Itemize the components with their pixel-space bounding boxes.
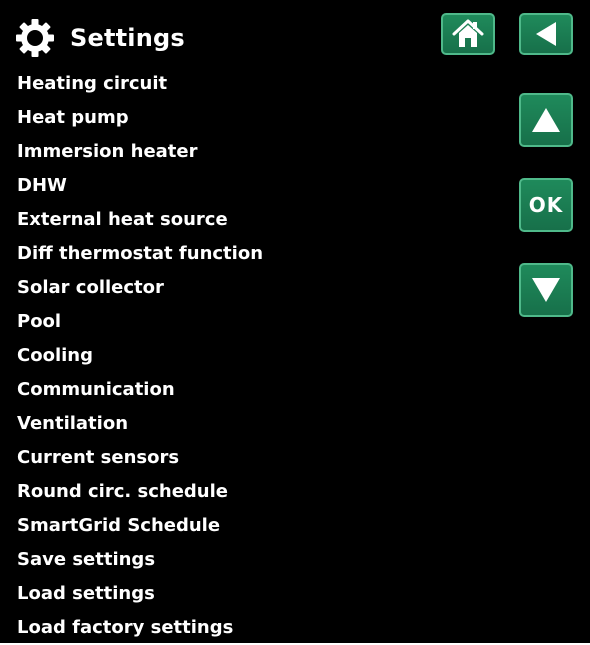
menu-item-diff-thermostat-function[interactable]: Diff thermostat function [17,237,263,271]
menu-item-dhw[interactable]: DHW [17,169,263,203]
menu-item-heat-pump[interactable]: Heat pump [17,101,263,135]
gear-icon [16,19,54,57]
menu-item-heating-circuit[interactable]: Heating circuit [17,67,263,101]
back-arrow-icon [536,22,556,46]
home-icon [452,19,484,47]
menu-item-external-heat-source[interactable]: External heat source [17,203,263,237]
menu-item-smartgrid-schedule[interactable]: SmartGrid Schedule [17,509,263,543]
menu-item-pool[interactable]: Pool [17,305,263,339]
down-arrow-icon [532,278,560,302]
menu-item-round-circ-schedule[interactable]: Round circ. schedule [17,475,263,509]
settings-menu: Heating circuit Heat pump Immersion heat… [17,67,263,645]
up-arrow-icon [532,108,560,132]
home-button[interactable] [441,13,495,55]
ok-button[interactable]: OK [519,178,573,232]
menu-item-load-settings[interactable]: Load settings [17,577,263,611]
ok-label: OK [528,193,564,217]
menu-item-load-factory-settings[interactable]: Load factory settings [17,611,263,645]
menu-item-communication[interactable]: Communication [17,373,263,407]
scroll-down-button[interactable] [519,263,573,317]
scroll-up-button[interactable] [519,93,573,147]
menu-item-save-settings[interactable]: Save settings [17,543,263,577]
menu-item-ventilation[interactable]: Ventilation [17,407,263,441]
menu-item-immersion-heater[interactable]: Immersion heater [17,135,263,169]
settings-screen: Settings Heating circuit Heat pump Immer… [0,0,590,643]
menu-item-current-sensors[interactable]: Current sensors [17,441,263,475]
back-button[interactable] [519,13,573,55]
header: Settings [14,14,185,62]
page-title: Settings [70,24,185,52]
menu-item-cooling[interactable]: Cooling [17,339,263,373]
menu-item-solar-collector[interactable]: Solar collector [17,271,263,305]
